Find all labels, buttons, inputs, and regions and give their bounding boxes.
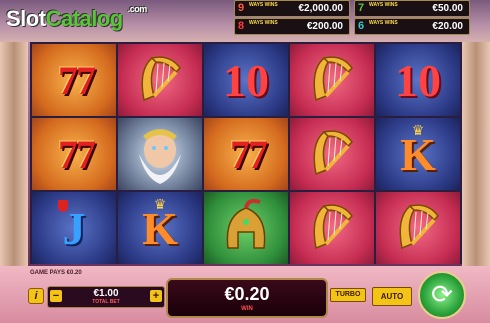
jackpot-7: 7 WAYS WINS €50.00: [354, 0, 470, 17]
symbol-harp: [290, 118, 374, 190]
symbol-ten: 10: [376, 44, 460, 116]
sevens-glyph: 7 7: [230, 131, 268, 177]
harp-icon: [313, 56, 353, 102]
ways-badge: WAYS WINS: [249, 20, 278, 26]
harp-icon: [399, 204, 439, 250]
jackpot-amount: €50.00: [432, 3, 463, 14]
slotcatalog-logo: SlotCatalog .com: [6, 4, 147, 32]
sevens-glyph: 7 7: [58, 57, 96, 103]
ways-badge: WAYS WINS: [249, 2, 278, 8]
crown-icon: ♛: [153, 196, 167, 212]
total-bet-control: − €1.00 TOTAL BET +: [47, 286, 165, 308]
jackpot-amount: €2,000.00: [298, 3, 344, 14]
jackpot-num: 6: [358, 20, 365, 32]
symbol-sevens: 7 7: [32, 118, 116, 190]
total-bet-label: TOTAL BET: [92, 299, 120, 305]
logo-part1: Slot: [6, 6, 46, 31]
jackpot-8: 8 WAYS WINS €200.00: [234, 18, 350, 35]
symbol-harp: [118, 44, 202, 116]
turbo-button[interactable]: TURBO: [330, 288, 366, 302]
right-pillar: [462, 42, 490, 267]
zeus-icon: [139, 129, 181, 184]
ways-badge: WAYS WINS: [369, 2, 398, 8]
jackpot-9: 9 WAYS WINS €2,000.00: [234, 0, 350, 17]
harp-icon: [313, 204, 353, 250]
bet-increase-button[interactable]: +: [150, 290, 162, 302]
jackpot-num: 7: [358, 2, 365, 14]
harp-icon: [141, 56, 181, 102]
jackpot-6: 6 WAYS WINS €20.00: [354, 18, 470, 35]
symbol-helmet: [204, 192, 288, 264]
jackpot-num: 9: [238, 2, 245, 14]
symbol-sevens: 7 7: [32, 44, 116, 116]
win-value: €0.20: [224, 284, 270, 304]
symbol-harp: [376, 192, 460, 264]
win-label: WIN: [241, 306, 253, 312]
symbol-harp: [290, 192, 374, 264]
ten-glyph: 10: [395, 54, 441, 106]
logo-part2: Catalog: [45, 6, 124, 31]
symbol-harp: [290, 44, 374, 116]
jackpot-panel: 9 WAYS WINS €2,000.00 7 WAYS WINS €50.00…: [234, 0, 470, 36]
crown-icon: ♛: [411, 122, 425, 138]
spin-button[interactable]: ⟳: [418, 271, 466, 319]
jackpot-amount: €200.00: [306, 21, 343, 32]
symbol-sevens: 7 7: [204, 118, 288, 190]
symbol-zeus: [118, 118, 202, 190]
symbol-k: ♛ K: [376, 118, 460, 190]
jackpot-amount: €20.00: [432, 21, 463, 32]
symbol-ten: 10: [204, 44, 288, 116]
ways-badge: WAYS WINS: [369, 20, 398, 26]
harp-icon: [313, 130, 353, 176]
ten-glyph: 10: [223, 54, 269, 106]
reel-grid: 7 7 7 7 J ♛ K 10 7 7 10 ♛ K: [30, 42, 462, 264]
helmet-icon: [226, 198, 266, 249]
left-pillar: [0, 42, 28, 267]
sevens-glyph: 7 7: [58, 131, 96, 177]
shield-icon: [58, 200, 68, 212]
spin-arrows-icon: ⟳: [431, 279, 453, 309]
game-screen: SlotCatalog .com 9 WAYS WINS €2,000.00 7…: [0, 0, 490, 323]
auto-button[interactable]: AUTO: [372, 287, 412, 306]
game-pays-text: GAME PAYS €0.20: [30, 270, 82, 276]
symbol-k: ♛ K: [118, 192, 202, 264]
info-button[interactable]: i: [28, 288, 44, 304]
total-bet-value: €1.00: [93, 288, 119, 299]
win-display: €0.20 WIN: [166, 278, 328, 318]
symbol-j: J: [32, 192, 116, 264]
logo-suffix: .com: [127, 4, 148, 14]
jackpot-num: 8: [238, 20, 245, 32]
